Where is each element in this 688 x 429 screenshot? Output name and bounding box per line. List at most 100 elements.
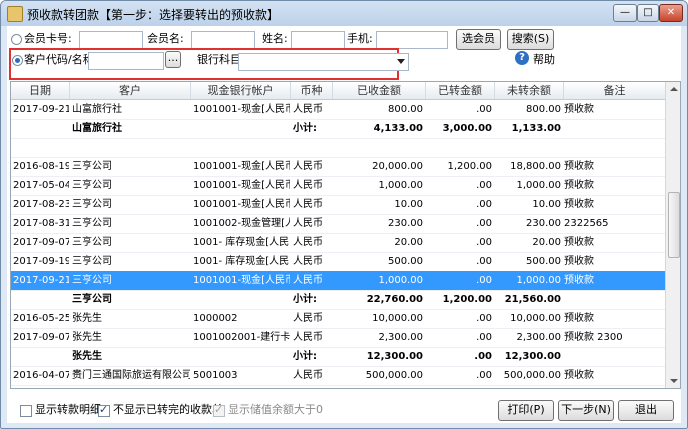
- help-link[interactable]: 帮助: [533, 53, 555, 67]
- bank-account-select[interactable]: [238, 53, 409, 71]
- select-member-button[interactable]: 选会员: [456, 29, 501, 50]
- close-button[interactable]: ✕: [659, 4, 683, 22]
- cell-currency: [293, 138, 332, 157]
- subtotal-row[interactable]: 三亨公司 小计: 22,760.00 1,200.00 21,560.00: [11, 290, 665, 310]
- cell-note: 预收款: [564, 313, 594, 324]
- cell-account: 1001- 库存现金[人民币]: [193, 256, 290, 267]
- table-row[interactable]: 2017-09-21 山富旅行社 1001001-现金[人民币] 人民币 800.00.…: [11, 100, 665, 120]
- help-icon[interactable]: ?: [515, 51, 529, 65]
- scroll-up-icon[interactable]: [666, 82, 680, 97]
- member-mode-radio[interactable]: [11, 34, 22, 45]
- column-header-date[interactable]: 日期: [11, 82, 70, 99]
- cell-date: 2016-08-02: [13, 385, 69, 388]
- cell-transferred: .00: [476, 370, 492, 381]
- column-header-remaining[interactable]: 未转余额: [495, 82, 564, 99]
- cell-transferred: .00: [476, 237, 492, 248]
- scroll-thumb[interactable]: [668, 192, 680, 258]
- cell-customer: 赉门三通国际旅运有限公司1: [72, 370, 190, 381]
- table-row[interactable]: 2017-05-04 三亨公司 1001001-现金[人民币] 人民币 1,000.00…: [11, 176, 665, 196]
- maximize-button[interactable]: □: [637, 4, 659, 22]
- cell-transferred: .00: [476, 313, 492, 324]
- cell-account: 1001- 库存现金[人民币]: [193, 237, 290, 248]
- column-header-customer[interactable]: 客户: [70, 82, 191, 99]
- minimize-button[interactable]: —: [613, 4, 637, 22]
- cell-account: [193, 290, 290, 309]
- cell-received: 22,760.00: [366, 294, 423, 305]
- print-button[interactable]: 打印(P): [498, 400, 554, 421]
- cell-note: [564, 347, 663, 366]
- cell-currency: 人民币: [293, 385, 332, 388]
- phone-input[interactable]: [376, 31, 448, 49]
- vertical-scrollbar[interactable]: [665, 82, 680, 388]
- column-header-received[interactable]: 已收金额: [333, 82, 426, 99]
- member-card-input[interactable]: [79, 31, 143, 49]
- cell-currency: 人民币: [293, 370, 323, 381]
- cell-date: [13, 138, 69, 157]
- cell-remaining: 230.00: [526, 218, 561, 229]
- customer-code-input[interactable]: [88, 52, 164, 70]
- table-row[interactable]: 2017-09-19三亨公司 1001- 库存现金[人民币]人民币 500.00 .0…: [11, 252, 665, 272]
- cell-received: 12,300.00: [366, 351, 423, 362]
- cell-account: 1000002: [193, 313, 238, 324]
- name-input[interactable]: [291, 31, 345, 49]
- cell-remaining: 12,300.00: [504, 351, 561, 362]
- table-row[interactable]: 2016-04-07 赉门三通国际旅运有限公司1 5001003 人民币 500,000…: [11, 366, 665, 386]
- cell-account: [193, 119, 290, 138]
- cell-currency: 人民币: [293, 237, 323, 248]
- cell-account: 1001002-现金管理[人民币]: [193, 218, 290, 229]
- cell-date: [13, 347, 69, 366]
- cell-remaining: 10,000.00: [510, 313, 561, 324]
- show-detail-checkbox[interactable]: [20, 405, 32, 417]
- table-row[interactable]: 2017-09-21 三亨公司 1001001-现金[人民币] 人民币 1,000.00…: [11, 271, 665, 291]
- chevron-down-icon[interactable]: [397, 59, 405, 64]
- cell-transferred: .00: [476, 180, 492, 191]
- browse-customer-button[interactable]: ...: [165, 51, 181, 68]
- subtotal-row[interactable]: 张先生 小计: 12,300.00 .00 12,300.00: [11, 347, 665, 367]
- customer-code-label: 客户代码/名称:: [24, 53, 98, 66]
- cell-date: 2016-04-07: [13, 370, 69, 381]
- cell-transferred: .00: [476, 199, 492, 210]
- hide-completed-checkbox[interactable]: [98, 403, 110, 417]
- cell-date: 2017-09-07: [13, 332, 69, 343]
- cell-customer: 三亨公司: [72, 180, 112, 191]
- cell-customer: 三亨公司: [72, 256, 112, 267]
- cell-currency: 人民币: [293, 218, 323, 229]
- search-button[interactable]: 搜索(S): [507, 29, 554, 50]
- customer-mode-radio[interactable]: [12, 55, 23, 66]
- cell-customer: 三亨公司: [72, 218, 112, 229]
- column-header-currency[interactable]: 币种: [291, 82, 333, 99]
- cell-transferred: 3,000.00: [442, 123, 492, 134]
- table-row[interactable]: 2016-08-02赉门三通国际旅运有限公司11001001-现金[人民币]人民…: [11, 385, 665, 388]
- cell-date: 2017-08-31: [13, 218, 69, 229]
- exit-button[interactable]: 退出: [618, 400, 674, 421]
- dialog-window: 预收款转团款【第一步：选择要转出的预收款】 — □ ✕ 会员卡号: 会员名: 姓…: [0, 0, 688, 429]
- cell-account: 1001001-现金[人民币]: [193, 180, 290, 191]
- table-row: [11, 138, 665, 158]
- cell-received: [333, 138, 423, 157]
- cell-remaining: 1,133.00: [511, 123, 561, 134]
- show-balance-checkbox[interactable]: [213, 403, 225, 417]
- member-name-input[interactable]: [191, 31, 255, 49]
- column-header-note[interactable]: 备注: [564, 82, 666, 99]
- cell-account: 5001003: [193, 370, 238, 381]
- table-row[interactable]: 2017-09-07张先生 1001002001-建行卡[人民币]人民币 2,300…: [11, 328, 665, 348]
- table-row[interactable]: 2017-08-23 三亨公司 1001001-现金[人民币] 人民币 10.00 .00…: [11, 195, 665, 215]
- cell-remaining: [495, 138, 561, 157]
- table-row[interactable]: 2016-05-25 张先生 1000002 人民币 10,000.00 .00 10,00…: [11, 309, 665, 329]
- cell-currency: 小计:: [293, 294, 317, 305]
- cell-currency: 人民币: [293, 275, 323, 286]
- column-header-transferred[interactable]: 已转金额: [426, 82, 495, 99]
- next-step-button[interactable]: 下一步(N): [558, 400, 614, 421]
- table-row[interactable]: 2016-08-19 三亨公司 1001001-现金[人民币] 人民币 20,000.0…: [11, 157, 665, 177]
- window-title: 预收款转团款【第一步：选择要转出的预收款】: [27, 8, 280, 22]
- table-row[interactable]: 2017-08-31三亨公司 1001002-现金管理[人民币]人民币 230.00…: [11, 214, 665, 234]
- cell-account: 1001001-现金[人民币]: [193, 385, 290, 388]
- scroll-down-icon[interactable]: [666, 373, 680, 388]
- app-icon: [7, 6, 23, 22]
- subtotal-row[interactable]: 山富旅行社 小计: 4,133.00 3,000.00 1,133.00: [11, 119, 665, 139]
- column-header-account[interactable]: 现金银行帐户: [191, 82, 291, 99]
- cell-currency: 人民币: [293, 161, 323, 172]
- cell-note: [564, 138, 663, 157]
- table-row[interactable]: 2017-09-07三亨公司 1001- 库存现金[人民币]人民币 20.00 .00…: [11, 233, 665, 253]
- cell-remaining: 1,000.00: [516, 180, 561, 191]
